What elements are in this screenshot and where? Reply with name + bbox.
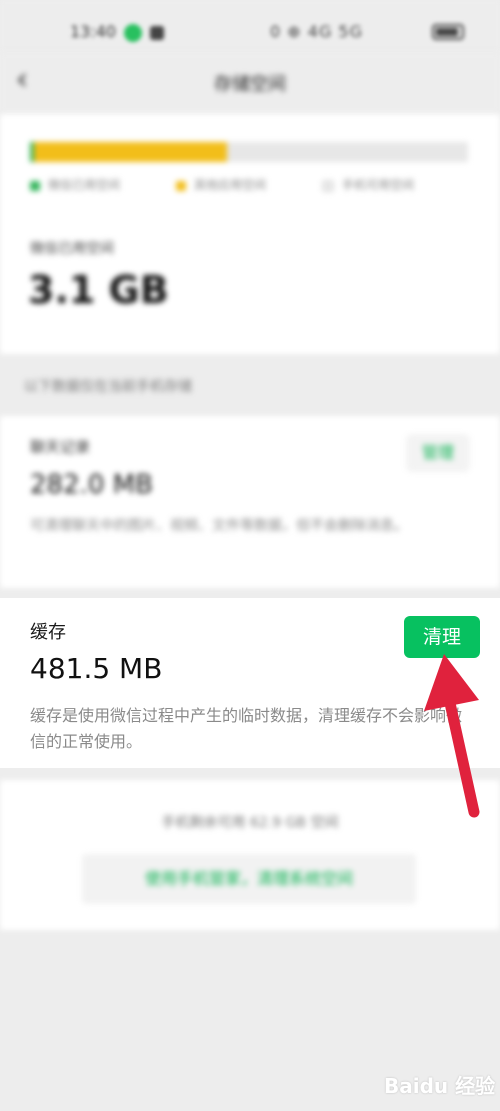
legend-other: 其他应用空间	[176, 176, 266, 193]
legend-wechat: 微信已用空间	[30, 176, 120, 193]
legend-free-dot	[322, 179, 334, 192]
wechat-storage-size: 3.1 GB	[28, 268, 169, 312]
wechat-status-icon	[124, 24, 142, 42]
notification-icon	[150, 26, 164, 40]
chat-history-description: 可清理聊天中的图片、视频、文件等数据，但不会删除消息。	[30, 518, 408, 534]
legend-other-label: 其他应用空间	[194, 178, 267, 192]
storage-legend: 微信已用空间 其他应用空间 手机可用空间	[30, 176, 470, 196]
page-title: 存储空间	[214, 74, 286, 95]
legend-wechat-dot	[30, 180, 40, 191]
storage-progress-bar	[30, 142, 468, 162]
legend-free: 手机可用空间	[322, 176, 414, 193]
cache-title: 缓存	[30, 622, 66, 643]
clean-system-space-button[interactable]: 使用手机管家，清理系统空间	[82, 854, 416, 904]
battery-icon	[432, 24, 464, 40]
status-indicators: 0 ⊕ 4G 5G	[270, 22, 363, 41]
section-label: 以下数据仅在当前手机存储	[24, 379, 192, 395]
legend-other-dot	[176, 180, 186, 191]
manage-button[interactable]: 管理	[406, 434, 470, 472]
cache-description: 缓存是使用微信过程中产生的临时数据，清理缓存不会影响微信的正常使用。	[30, 706, 463, 751]
cache-size: 481.5 MB	[30, 652, 163, 685]
watermark-logo: Baidu 经验	[384, 1074, 496, 1098]
available-space-text: 手机剩余可用 62.9 GB 空间	[161, 815, 339, 831]
legend-free-label: 手机可用空间	[342, 178, 415, 192]
page-header: ‹ 存储空间	[0, 52, 500, 114]
status-time: 13:40	[70, 22, 117, 41]
storage-progress-other	[34, 142, 227, 162]
clear-cache-button[interactable]: 清理	[404, 616, 480, 658]
legend-wechat-label: 微信已用空间	[48, 178, 121, 192]
chat-history-title: 聊天记录	[30, 438, 91, 456]
chat-history-size: 282.0 MB	[30, 470, 153, 500]
wechat-storage-label: 微信已用空间	[30, 241, 114, 257]
